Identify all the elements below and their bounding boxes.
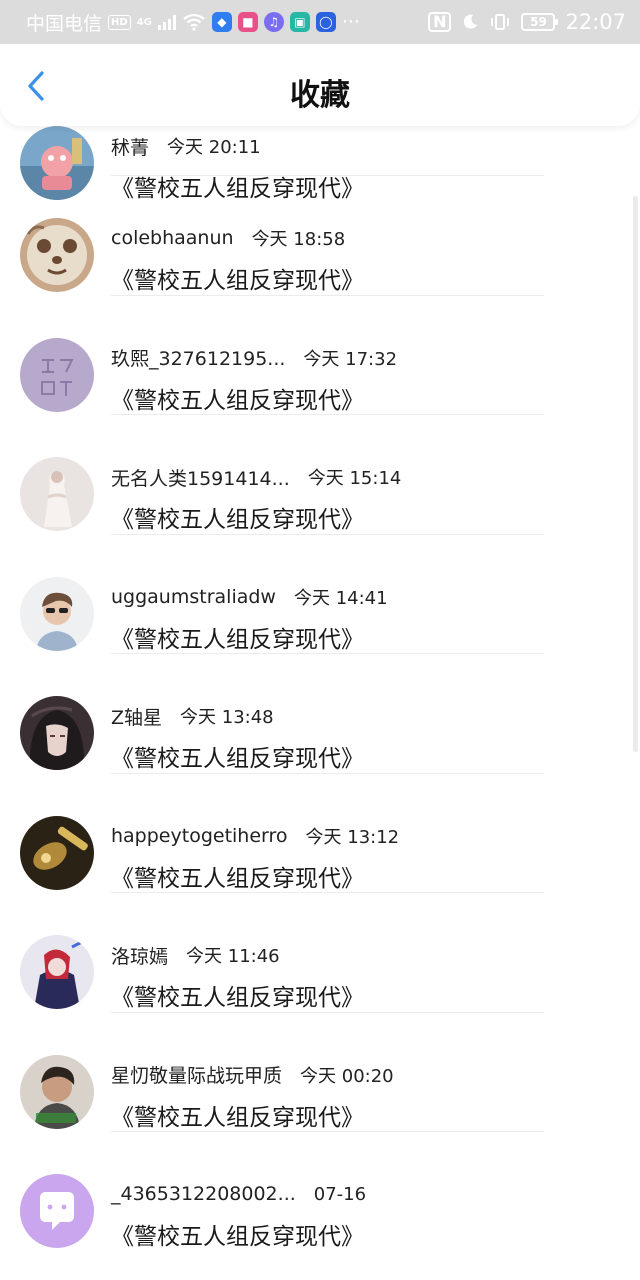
item-meta: _4365312208002... 07-16 — [111, 1181, 366, 1207]
user-name[interactable]: happeytogetiherro — [111, 825, 288, 847]
item-title[interactable]: 《警校五人组反穿现代》 — [111, 500, 364, 534]
user-name[interactable]: Z轴星 — [111, 703, 162, 730]
item-title[interactable]: 《警校五人组反穿现代》 — [111, 381, 364, 415]
list-item[interactable]: Z轴星 今天 13:48 《警校五人组反穿现代》 — [0, 654, 640, 774]
user-avatar[interactable] — [20, 218, 94, 292]
page-title: 收藏 — [290, 78, 350, 113]
item-meta: 秫菁 今天 20:11 — [111, 133, 261, 159]
shield-app-icon: ◆ — [211, 12, 232, 32]
user-name[interactable]: 玖熙_327612195... — [111, 344, 285, 371]
item-meta: 玖熙_327612195... 今天 17:32 — [111, 345, 397, 371]
list-item[interactable]: happeytogetiherro 今天 13:12 《警校五人组反穿现代》 — [0, 774, 640, 893]
user-avatar[interactable] — [20, 457, 94, 531]
wifi-icon — [183, 13, 205, 31]
vibrate-icon — [491, 14, 510, 30]
user-name[interactable]: uggaumstraliadw — [111, 586, 276, 608]
item-meta: 洛琼嫣 今天 11:46 — [111, 942, 280, 968]
item-time: 今天 11:46 — [186, 946, 280, 967]
status-bar: 中国电信 HD 4G ◆ ■ ♫ ▣ ◯ ··· N 59 22:07 — [0, 0, 640, 44]
user-avatar[interactable] — [20, 815, 94, 890]
user-name[interactable]: 星忉敬量际战玩甲质 — [111, 1061, 282, 1088]
item-time: 07-16 — [313, 1183, 367, 1205]
item-time: 今天 13:12 — [305, 826, 400, 848]
signal-icon — [157, 14, 176, 30]
item-time: 今天 20:11 — [167, 137, 261, 158]
list-item[interactable]: 玖熙_327612195... 今天 17:32 《警校五人组反穿现代》 — [0, 296, 640, 415]
list-item[interactable]: 洛琼嫣 今天 11:46 《警校五人组反穿现代》 — [0, 893, 640, 1013]
user-avatar[interactable] — [20, 337, 94, 412]
user-avatar[interactable] — [20, 576, 94, 651]
item-title[interactable]: 《警校五人组反穿现代》 — [111, 978, 364, 1012]
clock: 22:07 — [565, 10, 626, 34]
item-time: 今天 17:32 — [303, 348, 398, 370]
list-item[interactable]: colebhaanun 今天 18:58 《警校五人组反穿现代》 — [0, 176, 640, 296]
music-app-icon: ♫ — [263, 12, 284, 32]
user-name[interactable]: _4365312208002... — [111, 1183, 296, 1205]
item-meta: 星忉敬量际战玩甲质 今天 00:20 — [111, 1062, 394, 1088]
nfc-icon: N — [428, 12, 452, 32]
status-right: N 59 22:07 — [428, 10, 626, 34]
status-left: 中国电信 HD 4G ◆ ■ ♫ ▣ ◯ ··· — [26, 9, 360, 36]
list-item[interactable]: uggaumstraliadw 今天 14:41 《警校五人组反穿现代》 — [0, 535, 640, 654]
user-name[interactable]: colebhaanun — [111, 227, 234, 249]
item-title[interactable]: 《警校五人组反穿现代》 — [111, 620, 364, 654]
item-meta: uggaumstraliadw 今天 14:41 — [111, 584, 388, 610]
item-meta: colebhaanun 今天 18:58 — [111, 225, 345, 251]
user-avatar[interactable] — [20, 935, 94, 1009]
item-meta: 无名人类1591414... 今天 15:14 — [111, 464, 401, 490]
item-time: 今天 13:48 — [180, 707, 274, 728]
hd-badge: HD — [108, 14, 131, 30]
store-app-icon: ■ — [237, 12, 258, 32]
user-avatar[interactable] — [20, 1174, 94, 1248]
bulb-app-icon: ◯ — [315, 12, 336, 32]
item-time: 今天 18:58 — [251, 229, 346, 250]
nav-bar: 收藏 — [0, 44, 640, 126]
item-meta: Z轴星 今天 13:48 — [111, 703, 274, 729]
battery-icon: 59 — [521, 13, 559, 31]
user-avatar[interactable] — [20, 1054, 94, 1129]
carrier-label: 中国电信 — [26, 12, 103, 35]
list-item[interactable]: 星忉敬量际战玩甲质 今天 00:20 《警校五人组反穿现代》 — [0, 1013, 640, 1132]
item-title[interactable]: 《警校五人组反穿现代》 — [111, 1098, 364, 1132]
user-name[interactable]: 秫菁 — [111, 133, 149, 160]
item-title[interactable]: 《警校五人组反穿现代》 — [111, 739, 364, 773]
item-title[interactable]: 《警校五人组反穿现代》 — [111, 859, 364, 893]
book-app-icon: ▣ — [289, 12, 310, 32]
item-meta: happeytogetiherro 今天 13:12 — [111, 823, 399, 849]
item-time: 今天 15:14 — [307, 468, 402, 489]
moon-icon — [464, 14, 478, 29]
network-type: 4G — [136, 16, 152, 28]
user-name[interactable]: 洛琼嫣 — [111, 942, 168, 969]
item-title[interactable]: 《警校五人组反穿现代》 — [111, 261, 364, 295]
item-time: 今天 14:41 — [293, 587, 388, 609]
more-notifications-icon: ··· — [341, 11, 360, 33]
item-time: 今天 00:20 — [300, 1065, 394, 1087]
item-title[interactable]: 《警校五人组反穿现代》 — [111, 1217, 364, 1251]
user-name[interactable]: 无名人类1591414... — [111, 464, 290, 491]
list-item[interactable]: 无名人类1591414... 今天 15:14 《警校五人组反穿现代》 — [0, 415, 640, 535]
user-avatar[interactable] — [20, 696, 94, 770]
list-item[interactable]: _4365312208002... 07-16 《警校五人组反穿现代》 — [0, 1132, 640, 1252]
favorites-list: 秫菁 今天 20:11 《警校五人组反穿现代》 colebhaanun 今天 1… — [0, 84, 640, 1252]
scrollbar[interactable] — [633, 196, 638, 752]
